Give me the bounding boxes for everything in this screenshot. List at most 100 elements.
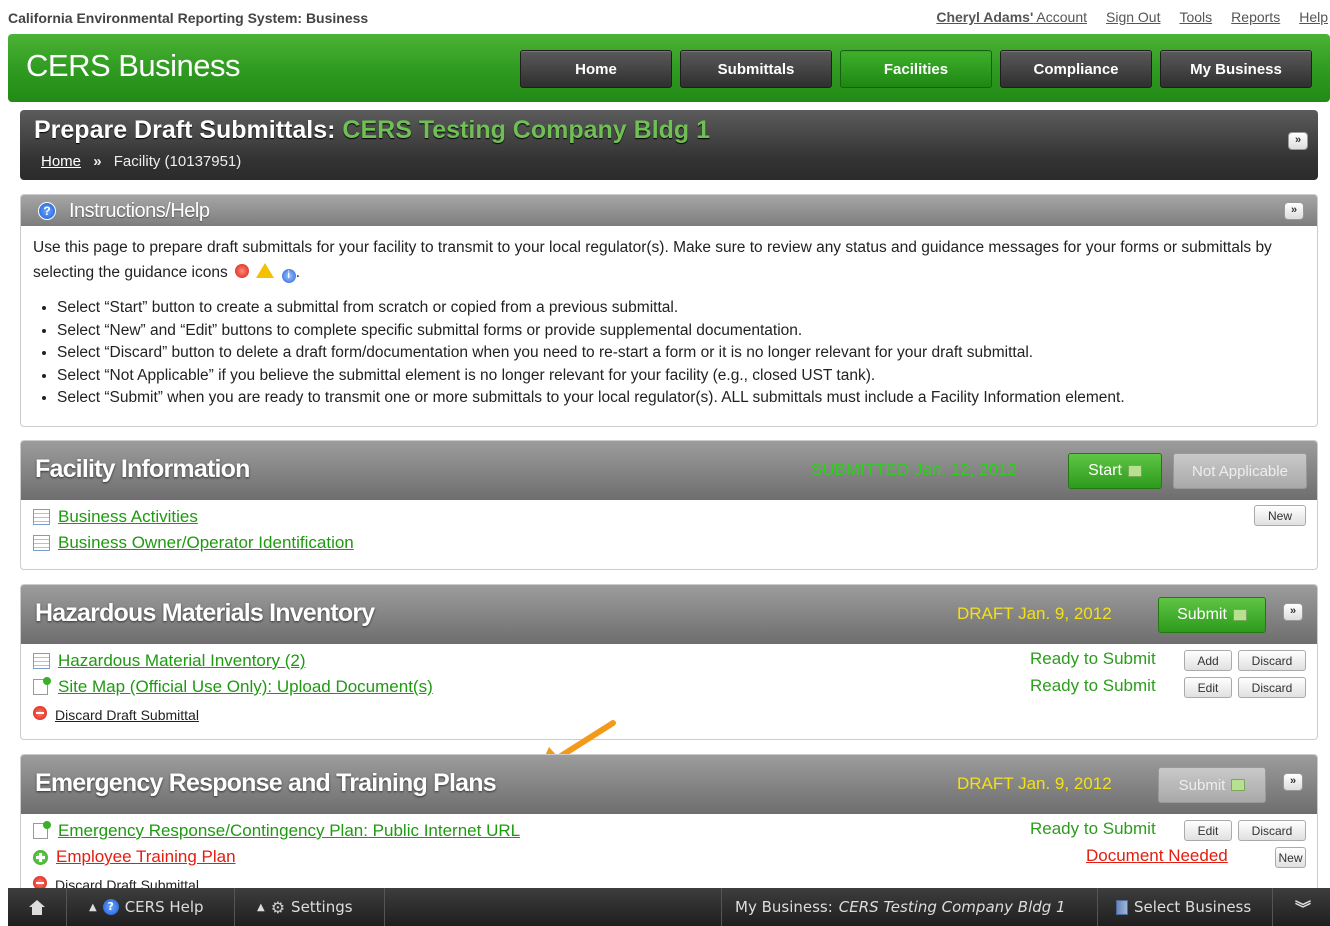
hazardous-materials-inventory-section: Hazardous Materials Inventory DRAFT Jan.… bbox=[20, 584, 1318, 740]
item-status: Ready to Submit bbox=[1030, 649, 1156, 668]
nav-compliance[interactable]: Compliance bbox=[1000, 50, 1152, 88]
caret-up-icon: ▲ bbox=[89, 901, 97, 913]
discard-button[interactable]: Discard bbox=[1238, 820, 1306, 841]
status-badge: SUBMITTED Jan. 12, 2012 bbox=[811, 460, 1017, 479]
status-badge: DRAFT Jan. 9, 2012 bbox=[957, 774, 1112, 793]
main-header: CERS Business Home Submittals Facilities… bbox=[8, 34, 1330, 102]
bottom-toolbar: ▲ ? CERS Help ▲ ⚙ Settings My Business: … bbox=[8, 888, 1330, 926]
business-activities-link[interactable]: Business Activities bbox=[58, 507, 198, 527]
top-links: Cheryl Adams' Account Sign Out Tools Rep… bbox=[936, 9, 1328, 25]
submit-button[interactable]: Submit bbox=[1158, 767, 1266, 803]
form-icon bbox=[33, 653, 50, 669]
breadcrumb-current: Facility (10137951) bbox=[113, 153, 242, 170]
item-status: Ready to Submit bbox=[1030, 819, 1156, 838]
nav-my-business[interactable]: My Business bbox=[1160, 50, 1312, 88]
edit-button[interactable]: Edit bbox=[1184, 820, 1232, 841]
add-icon bbox=[33, 849, 48, 865]
site-title: California Environmental Reporting Syste… bbox=[8, 10, 369, 26]
chevron-double-down-icon[interactable]: ︾ bbox=[1283, 888, 1323, 926]
home-icon bbox=[29, 900, 45, 915]
breadcrumb: Home » Facility (10137951) bbox=[41, 153, 242, 170]
building-icon bbox=[1116, 899, 1128, 915]
form-icon bbox=[33, 535, 50, 551]
document-icon bbox=[33, 821, 51, 839]
chevron-double-down-icon[interactable]: » bbox=[1283, 603, 1303, 621]
instructions-header[interactable]: ? Instructions/Help » bbox=[21, 195, 1317, 226]
chevron-double-down-icon[interactable]: » bbox=[1288, 132, 1308, 150]
instructions-title: Instructions/Help bbox=[69, 200, 210, 222]
help-icon: ? bbox=[102, 899, 119, 915]
start-button[interactable]: Start bbox=[1068, 453, 1162, 489]
list-item: Employee Training Plan bbox=[33, 847, 236, 867]
chevron-double-down-icon[interactable]: » bbox=[1284, 202, 1304, 220]
help-icon: ? bbox=[38, 202, 56, 220]
section-header: Hazardous Materials Inventory DRAFT Jan.… bbox=[21, 585, 1317, 644]
site-map-link[interactable]: Site Map (Official Use Only): Upload Doc… bbox=[58, 677, 433, 697]
not-applicable-button[interactable]: Not Applicable bbox=[1173, 453, 1307, 489]
list-item: Hazardous Material Inventory (2) bbox=[33, 651, 306, 671]
flag-icon bbox=[1232, 609, 1247, 621]
sign-out-link[interactable]: Sign Out bbox=[1106, 9, 1160, 25]
instructions-body: Use this page to prepare draft submittal… bbox=[21, 226, 1317, 419]
business-owner-operator-link[interactable]: Business Owner/Operator Identification bbox=[58, 533, 354, 553]
gear-icon: ⚙ bbox=[270, 897, 286, 917]
page-title-bar: Prepare Draft Submittals: CERS Testing C… bbox=[20, 110, 1318, 180]
emergency-response-plan-link[interactable]: Emergency Response/Contingency Plan: Pub… bbox=[58, 821, 520, 841]
tools-link[interactable]: Tools bbox=[1179, 9, 1212, 25]
add-button[interactable]: Add bbox=[1184, 650, 1232, 671]
caret-up-icon: ▲ bbox=[257, 901, 265, 913]
discard-draft-submittal-link[interactable]: Discard Draft Submittal bbox=[55, 707, 199, 723]
section-header: Facility Information SUBMITTED Jan. 12, … bbox=[21, 441, 1317, 500]
select-business-button[interactable]: Select Business bbox=[1098, 888, 1273, 926]
item-status[interactable]: Document Needed bbox=[1086, 846, 1228, 866]
instructions-panel: ? Instructions/Help » Use this page to p… bbox=[20, 194, 1318, 427]
list-item: Select “Submit” when you are ready to tr… bbox=[57, 387, 1305, 410]
document-icon bbox=[33, 677, 51, 695]
new-button[interactable]: New bbox=[1254, 505, 1306, 526]
list-item: Select “New” and “Edit” buttons to compl… bbox=[57, 320, 1305, 343]
home-button[interactable] bbox=[8, 888, 67, 926]
new-button[interactable]: New bbox=[1275, 847, 1306, 868]
instructions-list: Select “Start” button to create a submit… bbox=[33, 297, 1305, 410]
info-guidance-icon: i bbox=[281, 269, 296, 283]
nav-facilities[interactable]: Facilities bbox=[840, 50, 992, 88]
section-title: Facility Information bbox=[35, 455, 250, 483]
section-title: Emergency Response and Training Plans bbox=[35, 769, 497, 797]
list-item: Select “Discard” button to delete a draf… bbox=[57, 342, 1305, 365]
emergency-response-section: Emergency Response and Training Plans DR… bbox=[20, 754, 1318, 904]
nav-home[interactable]: Home bbox=[520, 50, 672, 88]
flag-icon bbox=[1231, 779, 1246, 791]
list-item: Select “Start” button to create a submit… bbox=[57, 297, 1305, 320]
nav-submittals[interactable]: Submittals bbox=[680, 50, 832, 88]
warning-guidance-icon bbox=[256, 263, 275, 278]
account-link[interactable]: Cheryl Adams' Account bbox=[936, 9, 1087, 25]
item-status: Ready to Submit bbox=[1030, 676, 1156, 695]
discard-button[interactable]: Discard bbox=[1238, 650, 1306, 671]
page-title: Prepare Draft Submittals: CERS Testing C… bbox=[34, 116, 711, 144]
list-item: Business Owner/Operator Identification bbox=[33, 533, 354, 553]
employee-training-plan-link[interactable]: Employee Training Plan bbox=[56, 847, 236, 867]
flag-icon bbox=[1127, 465, 1142, 477]
discard-button[interactable]: Discard bbox=[1238, 677, 1306, 698]
brand-logo[interactable]: CERS Business bbox=[26, 48, 241, 84]
reports-link[interactable]: Reports bbox=[1231, 9, 1280, 25]
chevron-double-down-icon[interactable]: » bbox=[1283, 773, 1303, 791]
facility-information-section: Facility Information SUBMITTED Jan. 12, … bbox=[20, 440, 1318, 570]
cers-help-menu[interactable]: ▲ ? CERS Help bbox=[67, 888, 235, 926]
list-item: Business Activities bbox=[33, 507, 198, 527]
help-link[interactable]: Help bbox=[1299, 9, 1328, 25]
list-item: Discard Draft Submittal bbox=[33, 706, 199, 723]
status-badge: DRAFT Jan. 9, 2012 bbox=[957, 604, 1112, 623]
hazardous-material-inventory-link[interactable]: Hazardous Material Inventory (2) bbox=[58, 651, 306, 671]
section-title: Hazardous Materials Inventory bbox=[35, 599, 375, 627]
error-guidance-icon bbox=[235, 264, 250, 278]
breadcrumb-home[interactable]: Home bbox=[41, 153, 81, 170]
my-business-indicator: My Business: CERS Testing Company Bldg 1 bbox=[721, 888, 1098, 926]
main-nav: Home Submittals Facilities Compliance My… bbox=[520, 50, 1312, 88]
submit-button[interactable]: Submit bbox=[1158, 597, 1266, 633]
list-item: Site Map (Official Use Only): Upload Doc… bbox=[33, 677, 433, 697]
settings-menu[interactable]: ▲ ⚙ Settings bbox=[235, 888, 385, 926]
form-icon bbox=[33, 509, 50, 525]
edit-button[interactable]: Edit bbox=[1184, 677, 1232, 698]
list-item: Emergency Response/Contingency Plan: Pub… bbox=[33, 821, 520, 841]
